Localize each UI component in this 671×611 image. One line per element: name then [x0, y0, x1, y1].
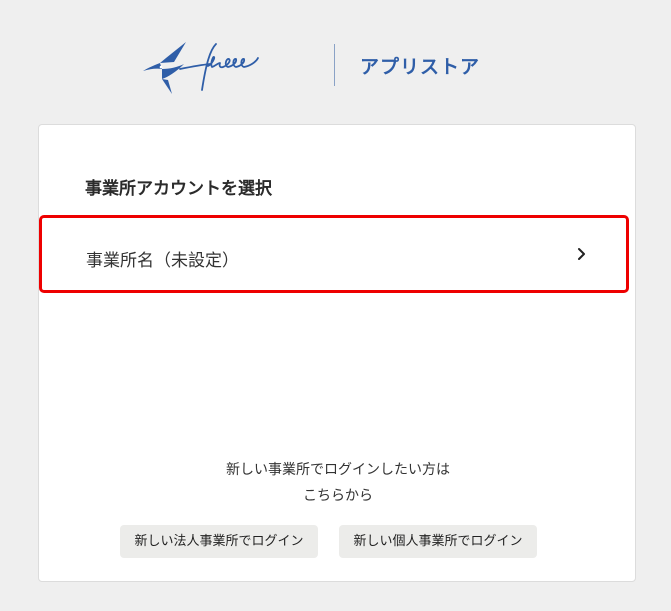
- freee-logo: [143, 42, 259, 94]
- card-title: 事業所アカウントを選択: [85, 179, 272, 199]
- swallow-icon: [143, 42, 186, 94]
- account-item[interactable]: 事業所名（未設定）: [39, 215, 629, 293]
- corporate-login-button[interactable]: 新しい法人事業所でログイン: [120, 525, 318, 558]
- account-name-label: 事業所名（未設定）: [86, 251, 239, 271]
- chevron-right-icon: [578, 248, 585, 260]
- new-office-info-line2: こちらから: [303, 488, 373, 504]
- account-selection-card: 事業所アカウントを選択 事業所名（未設定） 新しい事業所でログインしたい方は こ…: [38, 124, 636, 582]
- app-store-title: アプリストア: [360, 56, 481, 78]
- freee-wordmark: [179, 43, 259, 91]
- new-office-info-line1: 新しい事業所でログインしたい方は: [226, 462, 450, 478]
- header: アプリストア: [0, 0, 671, 124]
- header-divider: [334, 44, 335, 86]
- individual-login-button[interactable]: 新しい個人事業所でログイン: [339, 525, 537, 558]
